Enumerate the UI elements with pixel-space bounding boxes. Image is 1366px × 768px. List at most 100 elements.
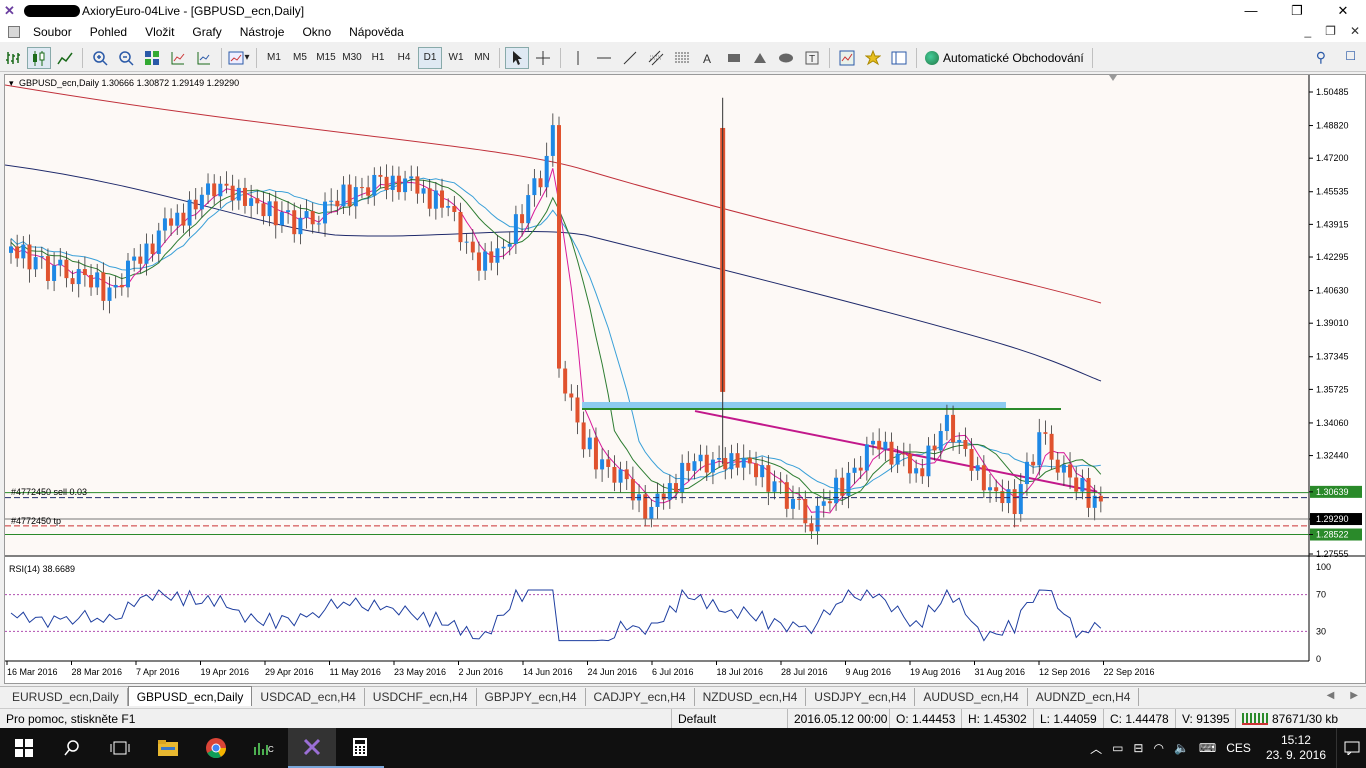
- tab-gbpusd[interactable]: GBPUSD_ecn,Daily: [127, 686, 253, 706]
- channel-icon[interactable]: [644, 47, 668, 69]
- cursor-icon[interactable]: [505, 46, 529, 69]
- close-button[interactable]: ✕: [1320, 0, 1366, 22]
- status-profile[interactable]: Default: [672, 708, 788, 729]
- tab-scroll-right-icon[interactable]: ▶: [1350, 690, 1358, 701]
- timeframe-d1[interactable]: D1: [418, 46, 442, 69]
- zoom-out-icon[interactable]: [114, 47, 138, 69]
- axiory-terminal-button[interactable]: [288, 728, 336, 768]
- taskbar: C ︿ ▭ ⊟ ◠ 🔈 ⌨ CES 15:12 23. 9. 2016: [0, 728, 1366, 768]
- notifications-button[interactable]: [1336, 728, 1366, 768]
- chart-window[interactable]: 1.50485 1.48820 1.47200 1.45535 1.43915 1.422…: [4, 74, 1366, 684]
- candle-body: [1061, 464, 1066, 473]
- bar-chart-icon[interactable]: [1, 47, 25, 69]
- keyboard-icon[interactable]: ⌨: [1194, 741, 1221, 755]
- timeframe-w1[interactable]: W1: [444, 47, 468, 69]
- menu-window[interactable]: Okno: [293, 25, 340, 39]
- menu-view[interactable]: Pohled: [81, 25, 136, 39]
- auto-trading-button[interactable]: Automatické Obchodování: [921, 50, 1088, 65]
- tab-scroll-left-icon[interactable]: ◀: [1327, 690, 1335, 701]
- line-chart-icon[interactable]: [53, 47, 77, 69]
- templates-icon[interactable]: ▾: [227, 47, 251, 69]
- crosshair-icon[interactable]: [531, 47, 555, 69]
- text-tool-icon[interactable]: A: [696, 47, 720, 69]
- candle-body: [809, 523, 814, 532]
- menu-charts[interactable]: Grafy: [183, 25, 230, 39]
- search-button[interactable]: [48, 728, 96, 768]
- timeframe-m15[interactable]: M15: [314, 47, 338, 69]
- vertical-line-icon[interactable]: [566, 47, 590, 69]
- candle-body: [532, 178, 537, 196]
- candle-body: [242, 187, 247, 206]
- tile-windows-icon[interactable]: [140, 47, 164, 69]
- candle-body: [612, 466, 617, 483]
- status-connection[interactable]: 87671/30 kb: [1236, 709, 1356, 729]
- price-tick-label: 1.30639: [1316, 487, 1349, 497]
- trading-app-button[interactable]: C: [240, 728, 288, 768]
- candle-body: [994, 487, 999, 492]
- navigator-icon[interactable]: [887, 47, 911, 69]
- tab-nzdusd[interactable]: NZDUSD_ecn,H4: [695, 688, 807, 706]
- clock[interactable]: 15:12 23. 9. 2016: [1256, 733, 1336, 763]
- mdi-minimize-button[interactable]: _: [1304, 24, 1311, 38]
- tab-usdcad[interactable]: USDCAD_ecn,H4: [252, 688, 365, 706]
- favorites-icon[interactable]: [861, 47, 885, 69]
- rectangle-icon[interactable]: [722, 47, 746, 69]
- menu-help[interactable]: Nápověda: [340, 25, 413, 39]
- tab-eurusd[interactable]: EURUSD_ecn,Daily: [4, 688, 128, 706]
- triangle-icon[interactable]: [748, 47, 772, 69]
- zoom-in-icon[interactable]: [88, 47, 112, 69]
- candlestick-icon[interactable]: [27, 46, 51, 69]
- show-hidden-icons-icon[interactable]: ︿: [1085, 740, 1107, 757]
- task-view-button[interactable]: [96, 728, 144, 768]
- chart-collapse-icon[interactable]: ▾: [9, 78, 14, 88]
- candle-body: [680, 462, 685, 493]
- chart-shift-icon[interactable]: [192, 47, 216, 69]
- timeframe-h1[interactable]: H1: [366, 47, 390, 69]
- timeframe-m1[interactable]: M1: [262, 47, 286, 69]
- status-close: C: 1.44478: [1104, 708, 1176, 729]
- fibonacci-icon[interactable]: [670, 47, 694, 69]
- mdi-restore-button[interactable]: ❐: [1325, 24, 1336, 38]
- timeframe-mn[interactable]: MN: [470, 47, 494, 69]
- tab-audusd[interactable]: AUDUSD_ecn,H4: [915, 688, 1028, 706]
- chrome-button[interactable]: [192, 728, 240, 768]
- tab-gbpjpy[interactable]: GBPJPY_ecn,H4: [477, 688, 586, 706]
- mdi-close-button[interactable]: ✕: [1350, 24, 1360, 38]
- horizontal-line-icon[interactable]: [592, 47, 616, 69]
- search-icon[interactable]: ⚲: [1316, 49, 1326, 66]
- calculator-button[interactable]: [336, 728, 384, 768]
- price-chart[interactable]: 1.50485 1.48820 1.47200 1.45535 1.43915 1.422…: [5, 75, 1365, 683]
- volume-icon[interactable]: 🔈: [1169, 741, 1194, 755]
- language-indicator[interactable]: CES: [1221, 741, 1256, 755]
- menu-insert[interactable]: Vložit: [136, 25, 183, 39]
- text-label-icon[interactable]: T: [800, 47, 824, 69]
- status-traffic: 87671/30 kb: [1272, 711, 1339, 726]
- autoscroll-icon[interactable]: [166, 47, 190, 69]
- minimize-button[interactable]: —: [1228, 0, 1274, 22]
- wifi-icon[interactable]: ◠: [1148, 741, 1168, 755]
- candle-body: [440, 190, 445, 208]
- start-button[interactable]: [0, 728, 48, 768]
- tab-usdjpy[interactable]: USDJPY_ecn,H4: [806, 688, 916, 706]
- tab-usdchf[interactable]: USDCHF_ecn,H4: [365, 688, 477, 706]
- timeframe-m30[interactable]: M30: [340, 47, 364, 69]
- chat-icon[interactable]: ☐: [1345, 49, 1356, 63]
- maximize-button[interactable]: ❐: [1274, 0, 1320, 22]
- ellipse-icon[interactable]: [774, 47, 798, 69]
- explorer-button[interactable]: [144, 728, 192, 768]
- chart-window-icon[interactable]: [8, 26, 20, 38]
- candle-body: [803, 499, 808, 524]
- indicators-icon[interactable]: [835, 47, 859, 69]
- tab-audnzd[interactable]: AUDNZD_ecn,H4: [1028, 688, 1140, 706]
- date-tick-label: 29 Apr 2016: [265, 667, 314, 677]
- timeframe-m5[interactable]: M5: [288, 47, 312, 69]
- candle-body: [858, 467, 863, 471]
- tab-cadjpy[interactable]: CADJPY_ecn,H4: [586, 688, 695, 706]
- price-tick-label: 1.40630: [1316, 286, 1349, 296]
- timeframe-h4[interactable]: H4: [392, 47, 416, 69]
- network-cable-icon[interactable]: ⊟: [1128, 741, 1148, 755]
- menu-tools[interactable]: Nástroje: [231, 25, 294, 39]
- trendline-icon[interactable]: [618, 47, 642, 69]
- menu-file[interactable]: Soubor: [24, 25, 81, 39]
- battery-icon[interactable]: ▭: [1107, 741, 1128, 755]
